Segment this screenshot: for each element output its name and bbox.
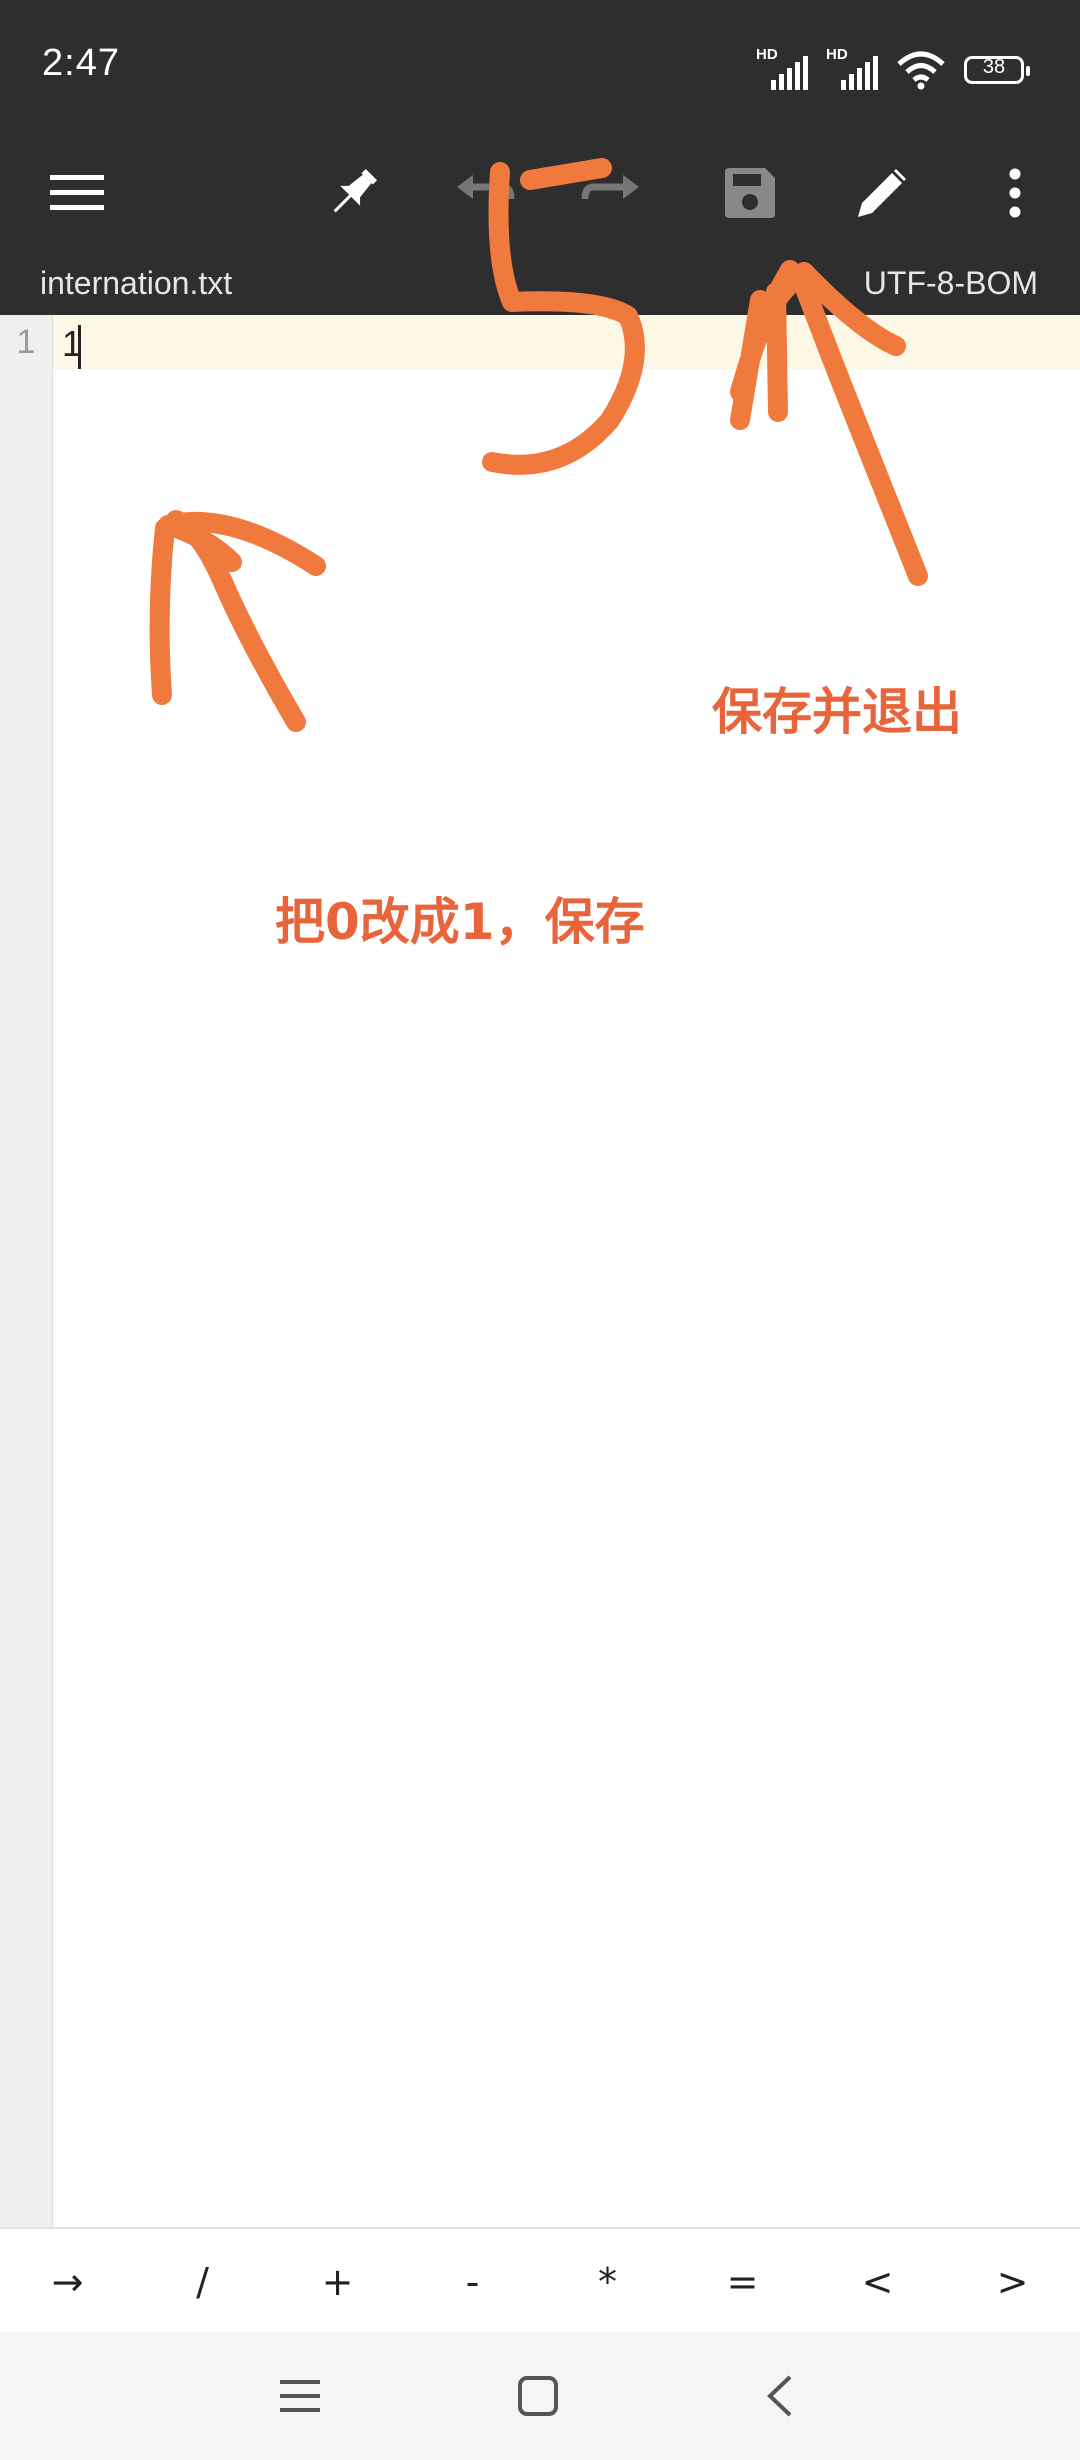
save-button[interactable]	[710, 153, 790, 233]
undo-icon	[457, 175, 515, 200]
signal-icon: HD	[826, 46, 878, 90]
current-line-highlight	[53, 315, 1080, 369]
annotation-edit-instruction: 把0改成1，保存	[275, 893, 645, 951]
status-bar: 2:47 HD HD 38	[0, 0, 1080, 135]
edit-button[interactable]	[842, 153, 922, 233]
status-icons: HD HD 38	[756, 46, 1030, 90]
key-greater-than[interactable]: >	[953, 2260, 1073, 2304]
back-chevron-icon	[767, 2375, 792, 2417]
home-button[interactable]	[503, 2366, 573, 2426]
key-plus[interactable]: +	[278, 2260, 398, 2304]
battery-level: 38	[982, 56, 1006, 78]
text-editor[interactable]: 1 1	[0, 315, 1080, 2227]
symbol-keybar: → / + - * = < >	[0, 2227, 1080, 2334]
editor-toolbar	[0, 135, 1080, 257]
more-vert-icon	[1009, 168, 1021, 218]
key-less-than[interactable]: <	[818, 2260, 938, 2304]
wifi-icon	[897, 51, 945, 90]
redo-button[interactable]	[571, 153, 651, 233]
key-equals[interactable]: =	[683, 2260, 803, 2304]
back-button[interactable]	[744, 2366, 814, 2426]
key-asterisk[interactable]: *	[548, 2260, 668, 2304]
pin-button[interactable]	[313, 153, 393, 233]
home-square-icon	[518, 2376, 558, 2416]
signal-icon: HD	[756, 46, 808, 90]
system-nav-bar	[0, 2332, 1080, 2460]
more-options-button[interactable]	[975, 153, 1055, 233]
status-time: 2:47	[42, 42, 120, 84]
save-icon	[725, 168, 775, 218]
edit-icon	[858, 169, 906, 217]
line-gutter: 1	[0, 315, 53, 2227]
line-number: 1	[16, 323, 36, 361]
pin-icon	[333, 168, 378, 213]
key-slash[interactable]: /	[143, 2260, 263, 2304]
redo-icon	[581, 175, 639, 200]
file-encoding[interactable]: UTF-8-BOM	[864, 265, 1038, 302]
recents-menu-icon	[280, 2380, 320, 2412]
undo-button[interactable]	[445, 153, 525, 233]
key-minus[interactable]: -	[413, 2260, 533, 2304]
file-name: internation.txt	[40, 265, 233, 301]
menu-button[interactable]	[37, 153, 117, 233]
text-cursor	[78, 325, 81, 369]
file-info-bar: internation.txt UTF-8-BOM	[0, 255, 1080, 315]
battery-icon: 38	[964, 56, 1030, 84]
annotation-save-exit: 保存并退出	[712, 683, 962, 741]
menu-icon	[50, 175, 104, 210]
key-arrow[interactable]: →	[8, 2260, 128, 2304]
recents-button[interactable]	[265, 2366, 335, 2426]
